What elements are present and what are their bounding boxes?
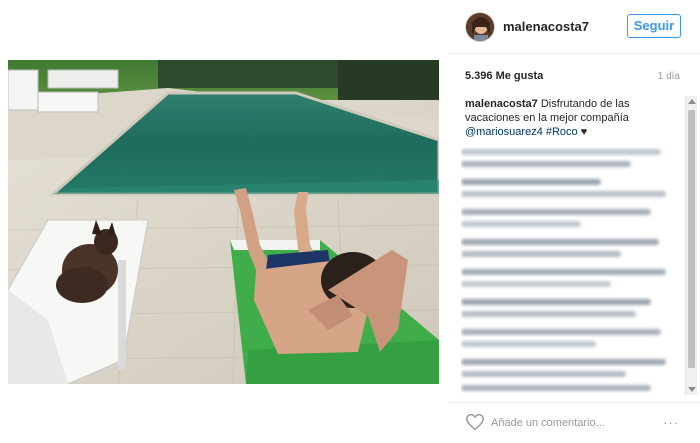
blurred-line (461, 149, 661, 155)
blurred-line (461, 179, 601, 185)
blurred-line (461, 299, 651, 305)
blurred-line (461, 251, 621, 257)
scroll-down-arrow-icon[interactable] (688, 387, 696, 392)
likes-count[interactable]: 5.396 Me gusta (465, 70, 543, 82)
comments-scrollbar[interactable] (685, 96, 697, 395)
follow-button[interactable]: Seguir (627, 14, 681, 38)
blurred-line (461, 371, 626, 377)
blurred-line (461, 269, 666, 275)
post-time[interactable]: 1 día (658, 71, 680, 82)
caption-mention[interactable]: @mariosuarez4 (465, 126, 543, 138)
more-options-icon[interactable]: ··· (663, 415, 679, 430)
post-side-panel: malenacosta7 Seguir 5.396 Me gusta 1 día… (449, 0, 700, 443)
heart-emoji: ♥ (580, 126, 588, 138)
avatar-image (466, 13, 494, 41)
caption-hashtag[interactable]: #Roco (546, 126, 578, 138)
post-header: malenacosta7 Seguir (449, 0, 700, 54)
avatar[interactable] (465, 12, 495, 42)
caption-username[interactable]: malenacosta7 (465, 98, 538, 110)
post-username[interactable]: malenacosta7 (503, 19, 589, 34)
blurred-line (461, 341, 596, 347)
scrollbar-thumb[interactable] (688, 110, 695, 368)
blurred-line (461, 239, 659, 245)
comment-input[interactable] (491, 413, 651, 433)
blurred-line (461, 281, 611, 287)
blurred-line (461, 209, 651, 215)
blurred-line (461, 329, 661, 335)
scroll-up-arrow-icon[interactable] (688, 99, 696, 104)
post-footer: ··· (449, 402, 700, 443)
post-caption: malenacosta7 Disfrutando de las vacacion… (465, 97, 687, 139)
heart-icon[interactable] (465, 413, 485, 431)
post-photo[interactable] (8, 60, 439, 384)
pool-scene (8, 60, 439, 384)
blurred-line (461, 191, 666, 197)
blurred-line (461, 311, 636, 317)
blurred-line (461, 161, 631, 167)
blurred-line (461, 221, 581, 227)
blurred-comments (461, 147, 673, 393)
blurred-line (461, 359, 666, 365)
blurred-line (461, 385, 651, 391)
